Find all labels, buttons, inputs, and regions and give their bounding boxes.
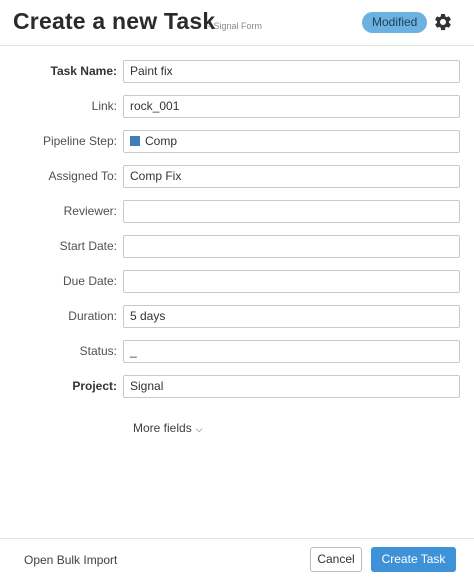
row-assigned-to: Assigned To: Comp Fix	[0, 165, 474, 188]
form-subtitle: - Signal Form	[208, 21, 263, 31]
task-name-input[interactable]: Paint fix	[123, 60, 460, 83]
pipeline-step-input[interactable]: Comp	[123, 130, 460, 153]
project-label: Project:	[72, 379, 117, 393]
more-fields-toggle[interactable]: More fields ⌵	[133, 421, 203, 435]
start-date-input[interactable]	[123, 235, 460, 258]
row-reviewer: Reviewer:	[0, 200, 474, 223]
due-date-input[interactable]	[123, 270, 460, 293]
more-fields-label: More fields	[133, 421, 192, 435]
row-status: Status: _	[0, 340, 474, 363]
open-bulk-import-link[interactable]: Open Bulk Import	[24, 553, 117, 567]
task-name-label: Task Name:	[50, 64, 117, 78]
chevron-down-icon: ⌵	[195, 424, 203, 434]
reviewer-label: Reviewer:	[63, 204, 117, 218]
start-date-label: Start Date:	[59, 239, 117, 253]
page-title: Create a new Task	[13, 8, 216, 34]
link-input[interactable]: rock_001	[123, 95, 460, 118]
link-label: Link:	[91, 99, 117, 113]
row-due-date: Due Date:	[0, 270, 474, 293]
pipeline-step-label: Pipeline Step:	[42, 134, 117, 148]
duration-label: Duration:	[68, 309, 117, 323]
status-badge: Modified	[362, 12, 428, 33]
status-input[interactable]: _	[123, 340, 460, 363]
reviewer-input[interactable]	[123, 200, 460, 223]
duration-input[interactable]: 5 days	[123, 305, 460, 328]
row-project: Project: Signal	[0, 375, 474, 398]
row-duration: Duration: 5 days	[0, 305, 474, 328]
assigned-to-label: Assigned To:	[48, 169, 118, 183]
row-task-name: Task Name: Paint fix	[0, 60, 474, 83]
pipeline-step-value: Comp	[145, 134, 178, 148]
row-link: Link: rock_001	[0, 95, 474, 118]
create-task-button[interactable]: Create Task	[371, 547, 456, 572]
row-pipeline-step: Pipeline Step: Comp	[0, 130, 474, 153]
row-start-date: Start Date:	[0, 235, 474, 258]
cancel-button[interactable]: Cancel	[310, 547, 362, 572]
dialog-footer: Open Bulk Import Cancel Create Task	[0, 538, 474, 581]
pipeline-step-color-swatch	[130, 136, 140, 146]
project-input[interactable]: Signal	[123, 375, 460, 398]
dialog-header: Create a new Task - Signal Form Modified	[0, 0, 474, 46]
assigned-to-input[interactable]: Comp Fix	[123, 165, 460, 188]
due-date-label: Due Date:	[62, 274, 117, 288]
status-label: Status:	[79, 344, 117, 358]
gear-icon[interactable]	[433, 12, 453, 32]
